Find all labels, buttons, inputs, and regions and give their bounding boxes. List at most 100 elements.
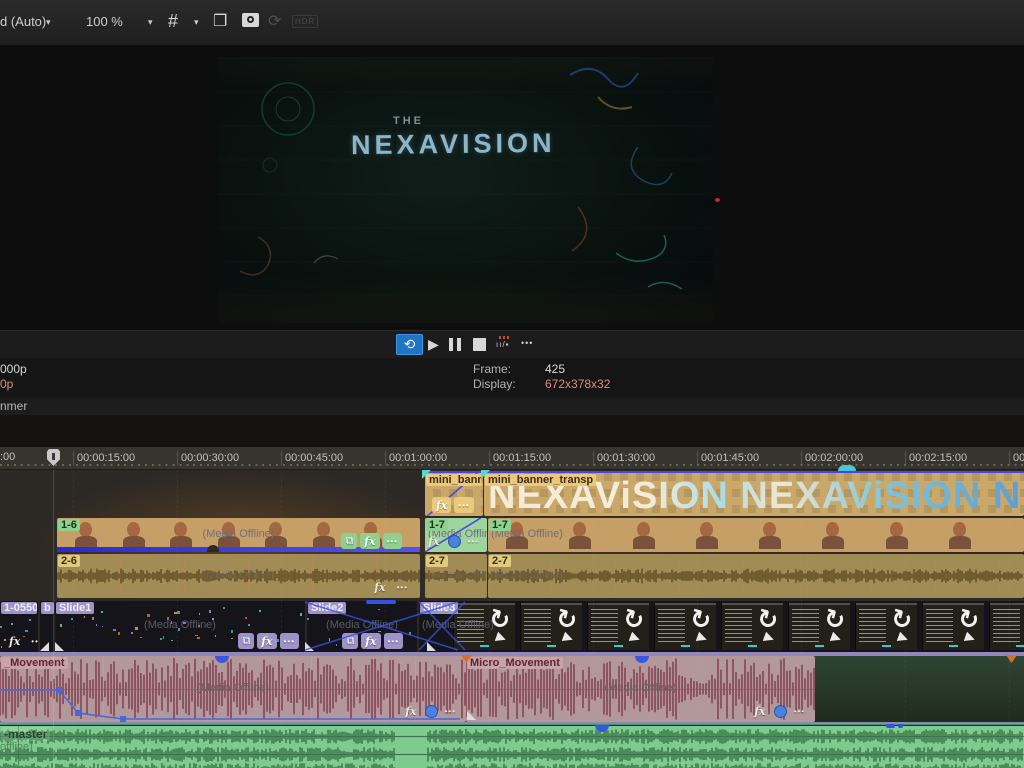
fx-badge[interactable]: fx xyxy=(425,533,444,549)
more-badge[interactable]: ••• xyxy=(383,533,402,549)
volume-envelope[interactable] xyxy=(0,656,466,722)
keyframe-mark xyxy=(886,724,895,728)
empty-track-area xyxy=(815,656,1024,722)
ruler-timecode: 00:01:45:00 xyxy=(697,451,759,465)
track-audio1: 2-6 (Media Offline) fx••• 2-7(Media Offline… xyxy=(0,553,1024,599)
clip-1-6[interactable]: 1-6 (Media Offline) ⧉fx••• xyxy=(57,518,420,552)
clip-mini_bann[interactable]: mini_bannfx••• xyxy=(425,471,483,516)
clip-badges[interactable]: fx••• xyxy=(367,579,412,595)
face-thumbnail xyxy=(629,521,659,551)
clip-label: 1-7 xyxy=(489,519,511,531)
frame-label: Frame: xyxy=(473,362,511,376)
stop-button[interactable] xyxy=(473,338,486,351)
track-video3: 1-0550fx•••bSlide1(Media Offline)⧉fx•••S… xyxy=(0,600,1024,652)
track-separator-2 xyxy=(0,722,1024,725)
timeline-panel: :00 00:00:15:0000:00:30:0000:00:45:0000:… xyxy=(0,447,1024,768)
clip-label: 2-7 xyxy=(426,555,448,567)
clip-label: 1-6 xyxy=(58,519,80,531)
clip-1-7[interactable]: 1-7(Media Offline)fx••• xyxy=(425,518,487,552)
frame-step-button[interactable]: ıı/▪ xyxy=(496,336,516,352)
ruler-timecode: 00:02:00:00 xyxy=(801,451,863,465)
loop-playback-button[interactable]: ⟲ xyxy=(396,334,423,355)
fx-badge[interactable]: fx xyxy=(360,533,379,549)
timeline-marker-pill xyxy=(366,600,396,604)
clip-badges[interactable]: fx••• xyxy=(429,497,474,513)
master-offline-text: offline) xyxy=(0,741,33,753)
media-offline-text: (Media Offline) xyxy=(203,569,275,581)
more-badge[interactable]: ••• xyxy=(790,703,809,719)
viewer-toolbar: d (Auto) ▾ 100 % ▾ # ▾ ❐ ⟳ HDR xyxy=(0,0,1024,45)
clip-1-7[interactable]: 1-7(Media Offline) xyxy=(488,518,1024,552)
track-video1: mini_bannfx•••mini_banner_transpNEXAViSI… xyxy=(0,470,1024,517)
hdr-toggle-icon: HDR xyxy=(292,15,318,28)
channel-caret-icon[interactable]: ▾ xyxy=(46,17,51,28)
channel-dropdown[interactable]: d (Auto) xyxy=(0,14,46,29)
face-thumbnail xyxy=(755,521,785,551)
transport-more-button[interactable]: ••• xyxy=(521,338,533,348)
rotate-360-icon: ⟳ xyxy=(268,11,281,31)
media-offline-text: (Media Offline) xyxy=(605,682,677,694)
playhead-grip[interactable] xyxy=(47,449,60,466)
ruler-timecode: 00:02:30:00 xyxy=(1009,451,1024,465)
clip-2-6[interactable]: 2-6 (Media Offline) fx••• xyxy=(57,554,420,598)
clip-badges[interactable]: ⧉fx••• xyxy=(338,533,402,549)
clip-label: mini_bann xyxy=(426,474,482,486)
resolution-text-clipped: 000p xyxy=(0,362,27,376)
panel-gap xyxy=(0,415,1024,447)
track-audio3: -masteroffline) xyxy=(0,726,1024,768)
audio-waveform xyxy=(0,763,1024,768)
clip-master[interactable]: -masteroffline) xyxy=(0,726,1024,768)
timeline-ruler[interactable]: :00 00:00:15:0000:00:30:0000:00:45:0000:… xyxy=(0,447,1024,470)
track-video2: 1-6(Media Offline)⧉fx•••1-7(Media Offlin… xyxy=(0,517,1024,552)
clip-label: 2-6 xyxy=(58,555,80,567)
clip-_Movement[interactable]: _Movement(Media Offline)fx••• xyxy=(0,656,466,722)
ruler-timecode: 00:00:30:00 xyxy=(177,451,239,465)
fx-badge[interactable]: fx xyxy=(432,497,451,513)
video-editor-window: { "toolbar": { "channel_label": "d (Auto… xyxy=(0,0,1024,768)
viewer-info-bar: 000p 0p Frame: 425 Display: 672x378x32 xyxy=(0,358,1024,398)
face-thumbnail xyxy=(565,521,595,551)
clip-2-7[interactable]: 2-7(Media Offline) xyxy=(425,554,487,598)
keyframe-notch xyxy=(207,545,219,552)
ruler-timecode: 00:01:30:00 xyxy=(593,451,655,465)
display-label: Display: xyxy=(473,377,516,391)
status-strip: nmer xyxy=(0,398,1024,415)
keyframe-dot-icon[interactable] xyxy=(448,535,461,548)
record-indicator-dot xyxy=(715,198,720,202)
crop-badge[interactable]: ⧉ xyxy=(341,533,357,549)
clip-mini_banner_transp[interactable]: mini_banner_transpNEXAViSION NEXAViSION … xyxy=(484,471,1024,516)
status-text-clipped: nmer xyxy=(0,399,27,413)
more-badge[interactable]: ••• xyxy=(393,579,412,595)
offline-cross-lines xyxy=(0,600,1024,652)
fx-badge[interactable]: fx xyxy=(370,579,389,595)
grid-caret-icon[interactable]: ▾ xyxy=(194,17,199,28)
chalk-doodles xyxy=(218,57,713,323)
playhead-line xyxy=(53,470,54,768)
keyframe-dot-icon[interactable] xyxy=(774,705,787,718)
face-thumbnail xyxy=(882,521,912,551)
frame-value: 425 xyxy=(545,362,565,376)
zoom-caret-icon[interactable]: ▾ xyxy=(148,17,153,28)
video-frame: THE NEXAVISION xyxy=(218,57,713,323)
zoom-level-dropdown[interactable]: 100 % xyxy=(86,14,123,29)
clip-2-7[interactable]: 2-7(Media Offline) xyxy=(488,554,1024,598)
media-offline-text: (Media Offline) xyxy=(203,528,275,540)
clip-label: 1-7 xyxy=(426,519,448,531)
clip-Micro_Movement[interactable]: Micro_Movement(Media Offline)fx••• xyxy=(466,656,815,722)
clip-badges[interactable]: fx ••• xyxy=(425,533,483,549)
snapshot-icon[interactable] xyxy=(242,13,259,27)
copy-frame-icon[interactable]: ❐ xyxy=(213,11,227,31)
play-button[interactable]: ▶ xyxy=(428,336,439,353)
audio-waveform xyxy=(488,554,1024,598)
keyframe-mark xyxy=(898,724,903,728)
fx-badge[interactable]: fx xyxy=(750,703,769,719)
ruler-label-clipped: :00 xyxy=(0,451,15,463)
clip-label: 2-7 xyxy=(489,555,511,567)
clip-badges[interactable]: fx ••• xyxy=(747,703,809,719)
more-badge[interactable]: ••• xyxy=(464,533,483,549)
clip-label: mini_banner_transp xyxy=(485,474,596,486)
more-badge[interactable]: ••• xyxy=(454,497,473,513)
pause-button[interactable] xyxy=(449,338,463,351)
ruler-timecode: 00:00:15:00 xyxy=(73,451,135,465)
grid-overlay-icon[interactable]: # xyxy=(168,11,178,32)
